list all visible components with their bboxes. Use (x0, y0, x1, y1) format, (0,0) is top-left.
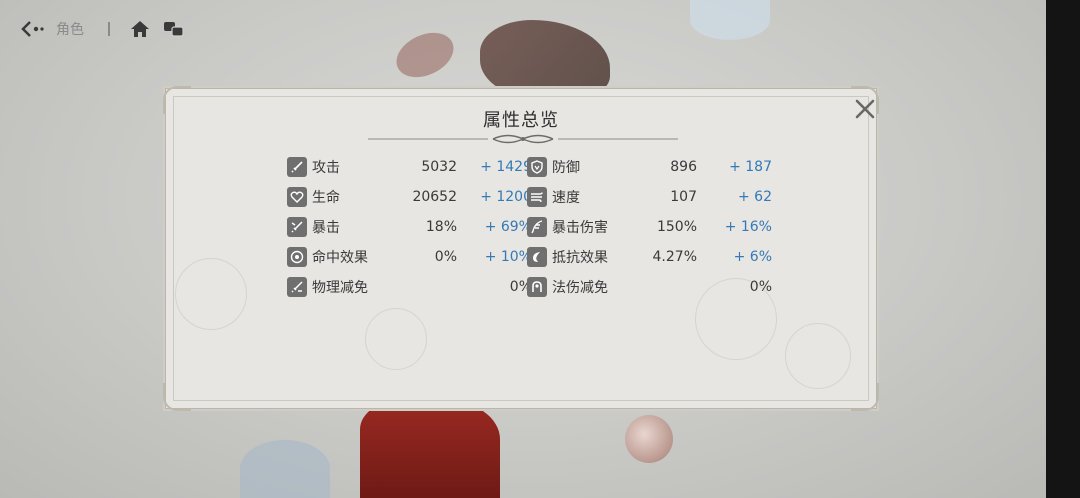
stat-bonus: + 10% (484, 249, 532, 265)
stat-bonus: 0% (509, 279, 532, 295)
stat-name: 法伤减免 (552, 280, 608, 296)
character-body (360, 400, 500, 498)
resist-icon (527, 247, 547, 267)
close-icon (855, 99, 875, 119)
crit-sword-icon (287, 217, 307, 237)
character-decoration (690, 0, 770, 40)
target-icon (287, 247, 307, 267)
back-button[interactable] (20, 18, 46, 40)
stat-name: 速度 (552, 190, 580, 206)
nav-divider (108, 22, 110, 36)
cards-icon (164, 22, 184, 37)
stat-name: 命中效果 (312, 250, 368, 266)
stat-bonus: + 1429 (480, 159, 532, 175)
stat-hp: 生命 20652 + 1200 (287, 185, 532, 209)
magic-reduce-icon (527, 277, 547, 297)
corner-ornament (851, 383, 879, 411)
stat-bonus: + 16% (724, 219, 772, 235)
stat-bonus: + 187 (729, 159, 772, 175)
stat-name: 生命 (312, 190, 340, 206)
stat-name: 暴击伤害 (552, 220, 608, 236)
stat-value: 150% (656, 219, 697, 235)
wind-icon (527, 187, 547, 207)
stat-name: 物理减免 (312, 280, 368, 296)
sword-icon (287, 157, 307, 177)
decorative-circle (785, 323, 851, 389)
game-background: 角色 属性总览 攻击 5032 + 1429 防御 896 + 187 生命 2… (0, 0, 1046, 498)
page-title: 角色 (56, 22, 84, 38)
stat-value: 5032 (421, 159, 457, 175)
stat-defense: 防御 896 + 187 (527, 155, 772, 179)
stat-resistance: 抵抗效果 4.27% + 6% (527, 245, 772, 269)
feather-blade-icon (527, 217, 547, 237)
panel-title: 属性总览 (483, 110, 559, 131)
stat-bonus: 0% (749, 279, 772, 295)
stat-value: 4.27% (652, 249, 697, 265)
stat-physical-reduction: 物理减免 0% (287, 275, 532, 299)
character-tail (240, 440, 330, 498)
switch-button[interactable] (162, 18, 186, 40)
home-button[interactable] (128, 18, 152, 40)
stat-magic-reduction: 法伤减免 0% (527, 275, 772, 299)
stat-value: 107 (670, 189, 697, 205)
stat-value: 18% (425, 219, 457, 235)
stat-value: 896 (670, 159, 697, 175)
back-arrow-icon (21, 21, 44, 37)
stat-crit-damage: 暴击伤害 150% + 16% (527, 215, 772, 239)
decorative-circle (175, 258, 247, 330)
stat-accuracy: 命中效果 0% + 10% (287, 245, 532, 269)
stat-value: 20652 (412, 189, 457, 205)
stat-name: 防御 (552, 160, 580, 176)
stat-bonus: + 1200 (480, 189, 532, 205)
decorative-circle (365, 308, 427, 370)
stat-speed: 速度 107 + 62 (527, 185, 772, 209)
stat-bonus: + 62 (738, 189, 772, 205)
heart-icon (287, 187, 307, 207)
stat-name: 抵抗效果 (552, 250, 608, 266)
stat-name: 攻击 (312, 160, 340, 176)
stat-bonus: + 6% (733, 249, 772, 265)
character-ribbon (389, 24, 461, 86)
corner-ornament (163, 383, 191, 411)
character-orb (625, 415, 673, 463)
screen-edge-bar (1046, 0, 1080, 498)
home-icon (131, 21, 149, 37)
stat-name: 暴击 (312, 220, 340, 236)
physical-reduce-icon (287, 277, 307, 297)
stat-crit: 暴击 18% + 69% (287, 215, 532, 239)
stat-bonus: + 69% (484, 219, 532, 235)
stat-attack: 攻击 5032 + 1429 (287, 155, 532, 179)
shield-icon (527, 157, 547, 177)
top-navigation: 角色 (20, 16, 186, 42)
title-ornament-icon (368, 134, 678, 144)
close-button[interactable] (850, 94, 880, 124)
stat-value: 0% (434, 249, 457, 265)
